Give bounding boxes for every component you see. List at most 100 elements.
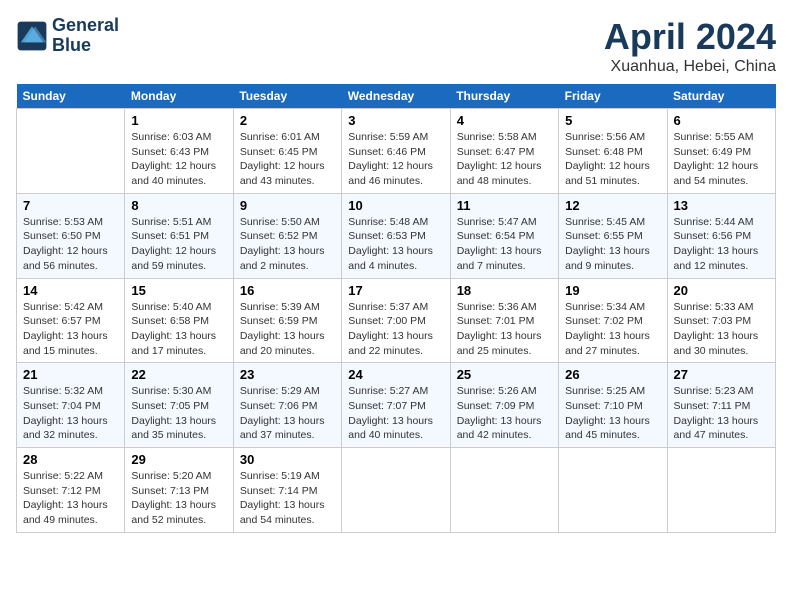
day-number: 22 [131,367,226,382]
calendar-cell: 27 Sunrise: 5:23 AMSunset: 7:11 PMDayligh… [667,363,775,448]
logo: General Blue [16,16,119,56]
calendar-cell: 25 Sunrise: 5:26 AMSunset: 7:09 PMDayligh… [450,363,558,448]
day-info: Sunrise: 5:23 AMSunset: 7:11 PMDaylight:… [674,384,769,443]
calendar-week-4: 21 Sunrise: 5:32 AMSunset: 7:04 PMDayligh… [17,363,776,448]
day-number: 15 [131,283,226,298]
calendar-cell: 4 Sunrise: 5:58 AMSunset: 6:47 PMDaylight… [450,109,558,194]
weekday-header-thursday: Thursday [450,84,558,109]
day-number: 4 [457,113,552,128]
day-number: 29 [131,452,226,467]
calendar-week-3: 14Sunrise: 5:42 AMSunset: 6:57 PMDayligh… [17,278,776,363]
calendar-cell: 3Sunrise: 5:59 AMSunset: 6:46 PMDaylight… [342,109,450,194]
calendar-cell: 20Sunrise: 5:33 AMSunset: 7:03 PMDayligh… [667,278,775,363]
calendar-cell: 11 Sunrise: 5:47 AMSunset: 6:54 PMDayligh… [450,193,558,278]
day-info: Sunrise: 5:29 AMSunset: 7:06 PMDaylight:… [240,384,335,443]
calendar-week-1: 1Sunrise: 6:03 AMSunset: 6:43 PMDaylight… [17,109,776,194]
day-info: Sunrise: 5:58 AMSunset: 6:47 PMDaylight:… [457,130,552,189]
day-info: Sunrise: 6:01 AMSunset: 6:45 PMDaylight:… [240,130,335,189]
calendar-cell: 1Sunrise: 6:03 AMSunset: 6:43 PMDaylight… [125,109,233,194]
weekday-header-saturday: Saturday [667,84,775,109]
day-number: 13 [674,198,769,213]
calendar-week-5: 28 Sunrise: 5:22 AMSunset: 7:12 PMDayligh… [17,448,776,533]
day-info: Sunrise: 5:26 AMSunset: 7:09 PMDaylight:… [457,384,552,443]
logo-line2: Blue [52,36,119,56]
day-info: Sunrise: 5:34 AMSunset: 7:02 PMDaylight:… [565,300,660,359]
day-number: 3 [348,113,443,128]
weekday-header-tuesday: Tuesday [233,84,341,109]
day-info: Sunrise: 5:40 AMSunset: 6:58 PMDaylight:… [131,300,226,359]
day-number: 23 [240,367,335,382]
day-info: Sunrise: 5:37 AMSunset: 7:00 PMDaylight:… [348,300,443,359]
day-number: 25 [457,367,552,382]
day-info: Sunrise: 5:30 AMSunset: 7:05 PMDaylight:… [131,384,226,443]
day-number: 10 [348,198,443,213]
logo-text: General Blue [52,16,119,56]
calendar-cell: 15 Sunrise: 5:40 AMSunset: 6:58 PMDayligh… [125,278,233,363]
calendar-cell: 26 Sunrise: 5:25 AMSunset: 7:10 PMDayligh… [559,363,667,448]
day-number: 27 [674,367,769,382]
calendar-cell: 10 Sunrise: 5:48 AMSunset: 6:53 PMDayligh… [342,193,450,278]
calendar-cell: 5 Sunrise: 5:56 AMSunset: 6:48 PMDaylight… [559,109,667,194]
day-info: Sunrise: 5:39 AMSunset: 6:59 PMDaylight:… [240,300,335,359]
calendar-header: SundayMondayTuesdayWednesdayThursdayFrid… [17,84,776,109]
day-info: Sunrise: 5:20 AMSunset: 7:13 PMDaylight:… [131,469,226,528]
calendar-cell: 21 Sunrise: 5:32 AMSunset: 7:04 PMDayligh… [17,363,125,448]
calendar-cell: 7 Sunrise: 5:53 AMSunset: 6:50 PMDaylight… [17,193,125,278]
day-info: Sunrise: 5:50 AMSunset: 6:52 PMDaylight:… [240,215,335,274]
calendar-table: SundayMondayTuesdayWednesdayThursdayFrid… [16,84,776,533]
calendar-cell: 18Sunrise: 5:36 AMSunset: 7:01 PMDayligh… [450,278,558,363]
day-info: Sunrise: 5:25 AMSunset: 7:10 PMDaylight:… [565,384,660,443]
day-number: 28 [23,452,118,467]
day-number: 1 [131,113,226,128]
calendar-cell: 19 Sunrise: 5:34 AMSunset: 7:02 PMDayligh… [559,278,667,363]
calendar-cell: 22 Sunrise: 5:30 AMSunset: 7:05 PMDayligh… [125,363,233,448]
day-number: 14 [23,283,118,298]
title-section: April 2024 Xuanhua, Hebei, China [604,16,776,76]
main-title: April 2024 [604,16,776,58]
day-number: 16 [240,283,335,298]
day-number: 5 [565,113,660,128]
calendar-body: 1Sunrise: 6:03 AMSunset: 6:43 PMDaylight… [17,109,776,533]
calendar-week-2: 7 Sunrise: 5:53 AMSunset: 6:50 PMDaylight… [17,193,776,278]
day-number: 7 [23,198,118,213]
day-number: 12 [565,198,660,213]
day-number: 6 [674,113,769,128]
day-number: 19 [565,283,660,298]
calendar-cell: 24Sunrise: 5:27 AMSunset: 7:07 PMDayligh… [342,363,450,448]
calendar-cell: 14Sunrise: 5:42 AMSunset: 6:57 PMDayligh… [17,278,125,363]
day-info: Sunrise: 5:51 AMSunset: 6:51 PMDaylight:… [131,215,226,274]
calendar-cell: 12Sunrise: 5:45 AMSunset: 6:55 PMDayligh… [559,193,667,278]
calendar-cell [450,448,558,533]
calendar-cell: 30Sunrise: 5:19 AMSunset: 7:14 PMDayligh… [233,448,341,533]
day-number: 18 [457,283,552,298]
day-number: 9 [240,198,335,213]
calendar-cell [342,448,450,533]
calendar-cell: 23 Sunrise: 5:29 AMSunset: 7:06 PMDayligh… [233,363,341,448]
calendar-cell: 16 Sunrise: 5:39 AMSunset: 6:59 PMDayligh… [233,278,341,363]
logo-line1: General [52,16,119,36]
day-info: Sunrise: 5:56 AMSunset: 6:48 PMDaylight:… [565,130,660,189]
calendar-cell: 6Sunrise: 5:55 AMSunset: 6:49 PMDaylight… [667,109,775,194]
day-info: Sunrise: 5:22 AMSunset: 7:12 PMDaylight:… [23,469,118,528]
day-info: Sunrise: 5:33 AMSunset: 7:03 PMDaylight:… [674,300,769,359]
day-info: Sunrise: 5:47 AMSunset: 6:54 PMDaylight:… [457,215,552,274]
day-info: Sunrise: 5:32 AMSunset: 7:04 PMDaylight:… [23,384,118,443]
day-info: Sunrise: 5:53 AMSunset: 6:50 PMDaylight:… [23,215,118,274]
calendar-cell: 2Sunrise: 6:01 AMSunset: 6:45 PMDaylight… [233,109,341,194]
day-number: 24 [348,367,443,382]
calendar-cell [667,448,775,533]
day-number: 8 [131,198,226,213]
calendar-cell: 9 Sunrise: 5:50 AMSunset: 6:52 PMDaylight… [233,193,341,278]
header-row: SundayMondayTuesdayWednesdayThursdayFrid… [17,84,776,109]
weekday-header-monday: Monday [125,84,233,109]
calendar-cell [559,448,667,533]
day-number: 21 [23,367,118,382]
day-info: Sunrise: 5:48 AMSunset: 6:53 PMDaylight:… [348,215,443,274]
weekday-header-friday: Friday [559,84,667,109]
day-number: 11 [457,198,552,213]
day-info: Sunrise: 5:44 AMSunset: 6:56 PMDaylight:… [674,215,769,274]
day-number: 26 [565,367,660,382]
day-number: 17 [348,283,443,298]
page-header: General Blue April 2024 Xuanhua, Hebei, … [16,16,776,76]
calendar-cell: 29 Sunrise: 5:20 AMSunset: 7:13 PMDayligh… [125,448,233,533]
